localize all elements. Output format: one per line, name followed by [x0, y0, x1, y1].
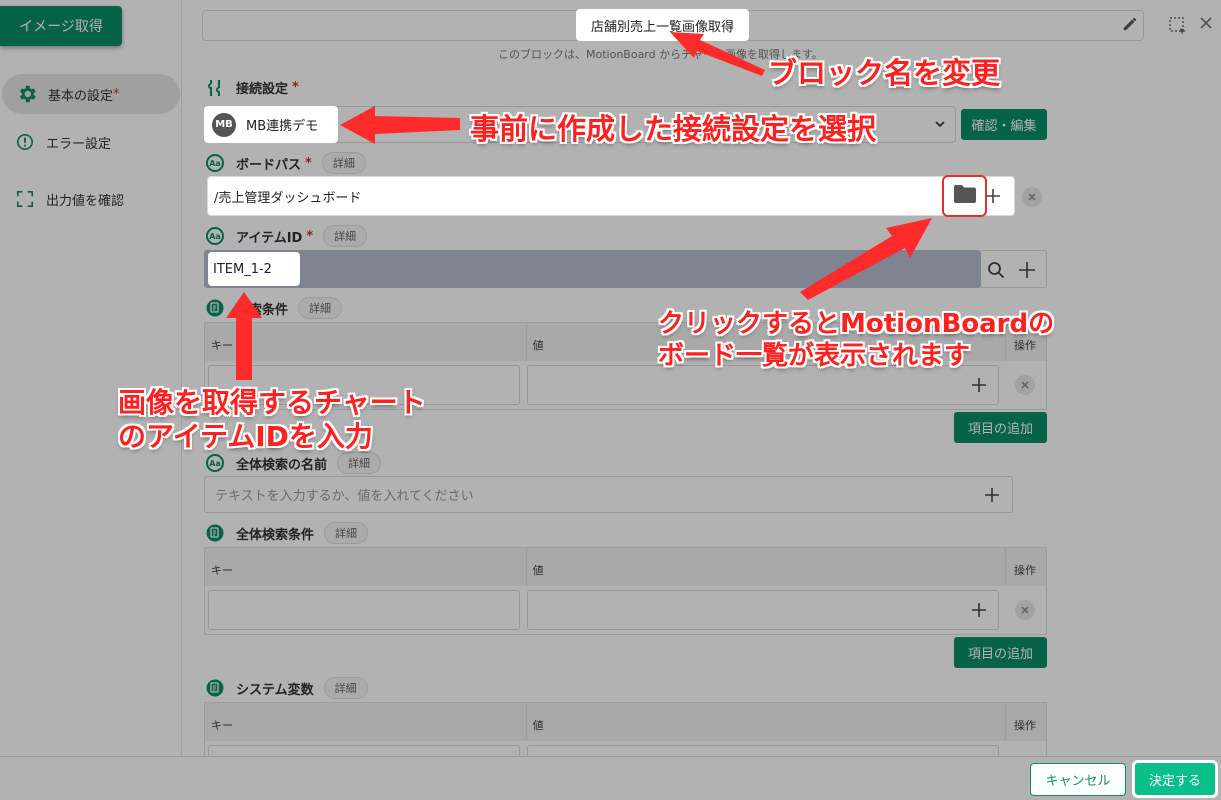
plus-icon[interactable]	[984, 487, 1000, 503]
text-type-icon: Aa	[206, 227, 224, 245]
required-mark: *	[292, 80, 299, 95]
required-mark: *	[113, 86, 120, 102]
system-variables-label: システム変数 詳細	[206, 677, 368, 699]
item-id-field[interactable]	[204, 250, 981, 288]
mb-logo-icon: MB	[212, 112, 236, 137]
table-header: キー 値 操作	[205, 548, 1046, 586]
text-type-icon: Aa	[206, 454, 224, 472]
connection-label-text: 接続設定	[236, 82, 289, 97]
connection-label: 接続設定 *	[206, 78, 299, 97]
selection-icon[interactable]	[1168, 16, 1188, 36]
copy-icon	[206, 524, 224, 542]
copy-icon	[206, 679, 224, 697]
plus-icon[interactable]	[1018, 261, 1036, 279]
folder-button[interactable]	[942, 175, 987, 217]
key-input[interactable]	[208, 590, 520, 630]
nav-label: 基本の設定	[48, 88, 114, 104]
alert-circle-icon	[14, 131, 36, 153]
column-value: 値	[527, 548, 1007, 586]
nav-item-basic-settings[interactable]: 基本の設定 *	[2, 74, 180, 114]
remove-row-icon[interactable]	[1015, 600, 1035, 620]
table-header: キー 値 操作	[205, 703, 1046, 741]
required-mark: *	[305, 155, 312, 171]
nav-label: 出力値を確認	[46, 193, 125, 209]
global-search-name-label-text: 全体検索の名前	[236, 457, 328, 473]
app-window: イメージ取得 基本の設定 * エラー設定 出力値を確認 このブロックは、Moti…	[0, 0, 1221, 800]
detail-toggle[interactable]: 詳細	[323, 225, 368, 247]
global-search-conditions-label-text: 全体検索条件	[236, 527, 315, 543]
detail-toggle[interactable]: 詳細	[298, 297, 343, 319]
gear-icon	[16, 83, 38, 105]
annotation-board-list: クリックするとMotionBoardの ボード一覧が表示されます	[658, 308, 1054, 372]
annotation-item-id: 画像を取得するチャート のアイテムIDを入力	[118, 386, 426, 454]
column-value: 値	[527, 703, 1007, 741]
block-name-text[interactable]: 店舗別売上一覧画像取得	[576, 9, 749, 41]
detail-toggle[interactable]: 詳細	[323, 677, 368, 699]
get-image-button[interactable]: イメージ取得	[0, 6, 122, 46]
detail-toggle[interactable]: 詳細	[321, 152, 366, 174]
column-action: 操作	[1014, 564, 1037, 577]
system-variables-table: キー 値 操作	[204, 702, 1047, 756]
add-item-button[interactable]: 項目の追加	[954, 412, 1047, 443]
board-path-label: Aa ボードパス * 詳細	[206, 152, 366, 174]
nav-item-error-settings[interactable]: エラー設定	[0, 122, 180, 162]
pencil-icon[interactable]	[1121, 15, 1139, 33]
cancel-button[interactable]: キャンセル	[1030, 763, 1126, 796]
item-id-value[interactable]: ITEM_1-2	[208, 252, 300, 286]
close-icon[interactable]	[1199, 16, 1213, 30]
connection-value: MB連携デモ	[246, 119, 319, 134]
board-path-input[interactable]: /売上管理ダッシュボード	[207, 176, 1015, 216]
table-row	[205, 586, 1046, 634]
key-input[interactable]	[208, 745, 520, 756]
plus-icon[interactable]	[985, 188, 1001, 204]
table-row	[205, 741, 1046, 756]
annotation-line: 画像を取得するチャート	[118, 386, 426, 419]
value-input[interactable]	[527, 590, 999, 630]
annotation-line: ボード一覧が表示されます	[658, 341, 971, 371]
item-id-label: Aa アイテムID * 詳細	[206, 225, 368, 247]
search-conditions-label: 検索条件 詳細	[206, 297, 343, 319]
left-pane: イメージ取得 基本の設定 * エラー設定 出力値を確認	[0, 0, 182, 756]
global-search-name-label: Aa 全体検索の名前 詳細	[206, 452, 382, 474]
search-icon[interactable]	[987, 261, 1005, 279]
annotation-select-connection: 事前に作成した接続設定を選択	[470, 112, 877, 146]
copy-icon	[206, 299, 224, 317]
item-id-label-text: アイテムID	[236, 230, 303, 246]
global-search-name-input[interactable]: テキストを入力するか、値を入れてください	[204, 476, 1013, 513]
column-key: キー	[205, 703, 527, 741]
value-input[interactable]	[527, 745, 999, 756]
board-path-value: /売上管理ダッシュボード	[214, 190, 362, 206]
annotation-rename-block: ブロック名を変更	[768, 56, 1001, 90]
plus-icon[interactable]	[971, 602, 987, 618]
annotation-line: のアイテムIDを入力	[118, 420, 373, 453]
folder-icon	[953, 184, 977, 208]
board-path-label-text: ボードパス	[236, 157, 302, 173]
plug-icon	[206, 79, 224, 97]
ok-button[interactable]: 決定する	[1132, 760, 1218, 798]
remove-row-icon[interactable]	[1015, 375, 1035, 395]
nav-item-check-output[interactable]: 出力値を確認	[0, 179, 180, 219]
detail-toggle[interactable]: 詳細	[337, 452, 382, 474]
placeholder-text: テキストを入力するか、値を入れてください	[215, 489, 474, 504]
chevron-down-icon[interactable]	[934, 118, 946, 130]
text-type-icon: Aa	[206, 154, 224, 172]
confirm-edit-button[interactable]: 確認・編集	[961, 109, 1047, 140]
required-mark: *	[306, 228, 314, 244]
plus-icon[interactable]	[971, 377, 987, 393]
nav-label: エラー設定	[46, 136, 112, 152]
connection-chip[interactable]: MB MB連携デモ	[204, 106, 338, 143]
frame-corners-icon	[14, 188, 36, 210]
annotation-line: クリックするとMotionBoardの	[658, 309, 1055, 339]
column-key: キー	[205, 548, 527, 586]
detail-toggle[interactable]: 詳細	[324, 522, 369, 544]
clear-icon[interactable]	[1022, 187, 1042, 207]
column-key: キー	[205, 323, 527, 361]
column-action: 操作	[1014, 719, 1037, 732]
add-item-button[interactable]: 項目の追加	[954, 637, 1047, 668]
search-conditions-label-text: 検索条件	[236, 302, 289, 318]
system-variables-label-text: システム変数	[236, 682, 314, 698]
global-search-conditions-table: キー 値 操作	[204, 547, 1047, 635]
global-search-conditions-label: 全体検索条件 詳細	[206, 522, 369, 544]
